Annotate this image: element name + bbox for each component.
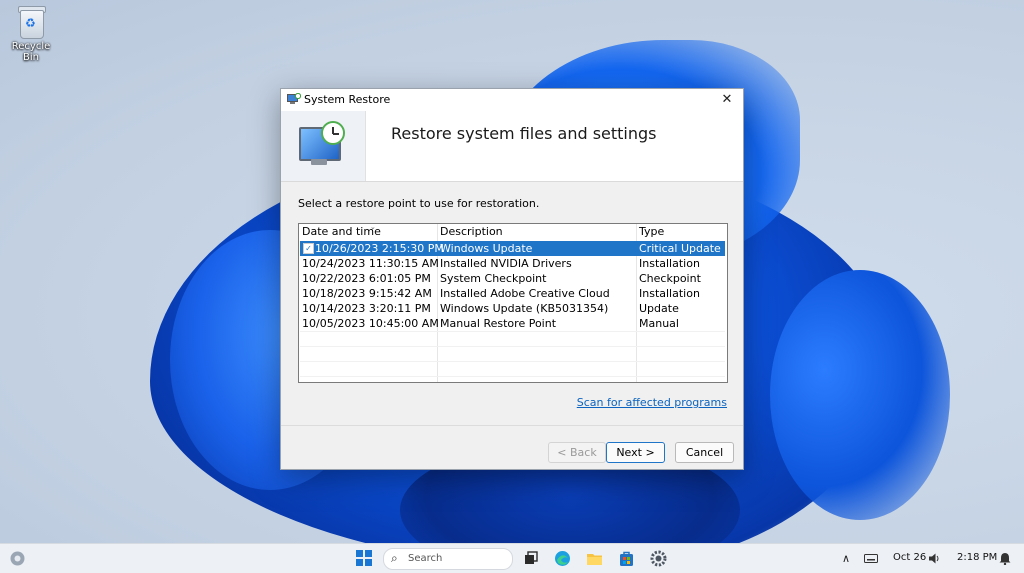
row-type: Installation xyxy=(639,287,700,300)
chevron-up-icon[interactable]: ∧ xyxy=(842,552,850,565)
task-view-icon[interactable] xyxy=(522,550,539,567)
row-description: Windows Update (KB5031354) xyxy=(440,302,609,315)
row-date: 10/18/2023 9:15:42 AM xyxy=(302,287,432,300)
back-button[interactable]: < Back xyxy=(548,442,606,463)
widgets-icon[interactable] xyxy=(9,550,26,567)
row-type: Critical Update xyxy=(639,242,721,255)
edge-browser-icon[interactable] xyxy=(554,550,571,567)
cancel-button[interactable]: Cancel xyxy=(675,442,734,463)
search-placeholder: Search xyxy=(408,553,443,564)
table-row[interactable]: 10/14/2023 3:20:11 PM Windows Update (KB… xyxy=(300,301,725,316)
dialog-title: System Restore xyxy=(304,93,391,106)
windows-logo-icon xyxy=(356,550,363,557)
settings-gear-icon[interactable] xyxy=(650,550,667,567)
keyboard-icon[interactable] xyxy=(864,552,878,565)
wallpaper-petal xyxy=(770,270,950,520)
restore-banner-image xyxy=(281,111,366,181)
search-icon: ⌕ xyxy=(391,551,398,565)
microsoft-store-icon[interactable] xyxy=(618,550,635,567)
column-header-description[interactable]: Description xyxy=(440,224,503,240)
volume-icon[interactable] xyxy=(928,552,941,565)
next-button[interactable]: Next > xyxy=(606,442,665,463)
taskbar-time: 2:18 PM xyxy=(957,552,998,563)
taskbar-search[interactable]: ⌕ Search xyxy=(383,548,513,570)
column-header-type[interactable]: Type xyxy=(639,224,664,240)
check-icon: ✓ xyxy=(303,243,314,254)
column-header-date[interactable]: Date and time ⌄ xyxy=(302,224,381,240)
recycle-bin-icon: ♻ xyxy=(16,4,46,39)
row-description: Manual Restore Point xyxy=(440,317,557,330)
row-type: Manual xyxy=(639,317,679,330)
table-row[interactable]: 10/18/2023 9:15:42 AM Installed Adobe Cr… xyxy=(300,286,725,301)
row-date: 10/26/2023 2:15:30 PM xyxy=(315,242,444,255)
row-description: System Checkpoint xyxy=(440,272,547,285)
row-date: 10/14/2023 3:20:11 PM xyxy=(302,302,431,315)
dialog-header: Restore system files and settings xyxy=(281,111,743,182)
notification-bell-icon[interactable] xyxy=(999,552,1011,565)
row-date: 10/24/2023 11:30:15 AM xyxy=(302,257,439,270)
row-description: Windows Update xyxy=(440,242,533,255)
header-title: Restore system files and settings xyxy=(391,124,657,143)
instruction-text: Select a restore point to use for restor… xyxy=(298,197,540,210)
row-description: Installed NVIDIA Drivers xyxy=(440,257,572,270)
row-date: 10/05/2023 10:45:00 AM xyxy=(302,317,439,330)
recycle-bin-shortcut[interactable]: ♻ Recycle Bin xyxy=(4,4,58,63)
taskbar-date: Oct 26 xyxy=(893,552,927,563)
table-row[interactable]: 10/05/2023 10:45:00 AM Manual Restore Po… xyxy=(300,316,725,331)
title-bar[interactable]: System Restore ✕ xyxy=(281,89,743,111)
close-button[interactable]: ✕ xyxy=(717,91,737,109)
sort-arrow-icon: ⌄ xyxy=(370,223,376,231)
row-date: 10/22/2023 6:01:05 PM xyxy=(302,272,431,285)
scan-affected-programs-link[interactable]: Scan for affected programs xyxy=(577,396,727,409)
table-row[interactable]: ✓ 10/26/2023 2:15:30 PM Windows Update C… xyxy=(300,241,725,256)
row-type: Checkpoint xyxy=(639,272,701,285)
start-button[interactable] xyxy=(356,550,373,567)
close-icon: ✕ xyxy=(721,92,733,107)
file-explorer-icon[interactable] xyxy=(586,550,603,567)
divider xyxy=(281,425,743,426)
taskbar: ⌕ Search ∧ Oct 26 2:18 PM xyxy=(0,543,1024,573)
recycle-bin-label: Recycle Bin xyxy=(11,41,51,63)
row-description: Installed Adobe Creative Cloud xyxy=(440,287,610,300)
system-restore-icon xyxy=(287,93,301,104)
system-restore-dialog: System Restore ✕ Restore system files an… xyxy=(280,88,744,470)
table-row[interactable]: 10/24/2023 11:30:15 AM Installed NVIDIA … xyxy=(300,256,725,271)
restore-point-list[interactable]: Date and time ⌄ Description Type ✓ 10/26… xyxy=(298,223,728,383)
table-row[interactable]: 10/22/2023 6:01:05 PM System Checkpoint … xyxy=(300,271,725,286)
clock-icon xyxy=(321,121,345,145)
row-type: Installation xyxy=(639,257,700,270)
row-type: Update xyxy=(639,302,679,315)
